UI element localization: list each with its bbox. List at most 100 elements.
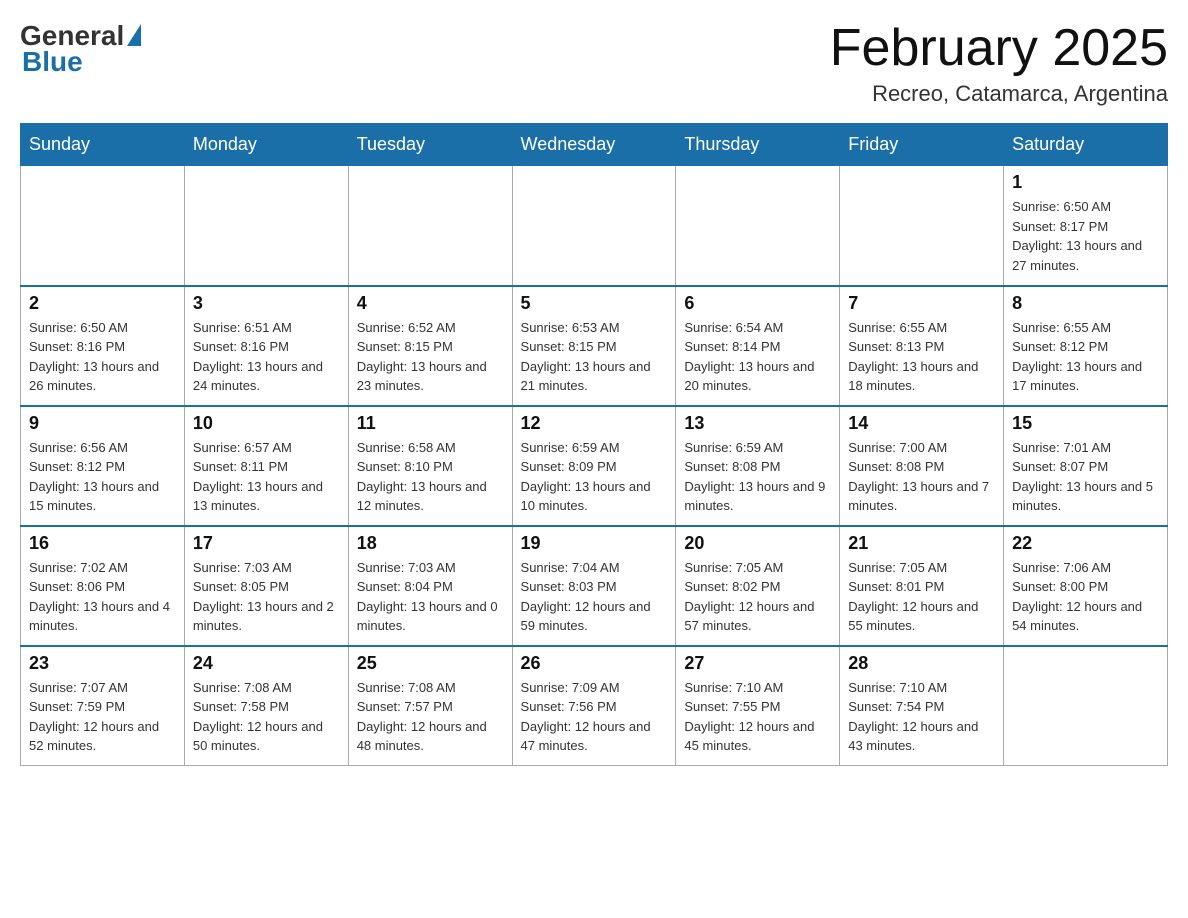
calendar-cell: 10Sunrise: 6:57 AMSunset: 8:11 PMDayligh…	[184, 406, 348, 526]
header-saturday: Saturday	[1004, 124, 1168, 166]
day-number: 22	[1012, 533, 1159, 554]
header-thursday: Thursday	[676, 124, 840, 166]
header-tuesday: Tuesday	[348, 124, 512, 166]
location-title: Recreo, Catamarca, Argentina	[830, 81, 1168, 107]
day-number: 21	[848, 533, 995, 554]
day-info: Sunrise: 6:52 AMSunset: 8:15 PMDaylight:…	[357, 318, 504, 396]
header-friday: Friday	[840, 124, 1004, 166]
day-number: 26	[521, 653, 668, 674]
day-number: 4	[357, 293, 504, 314]
day-info: Sunrise: 7:09 AMSunset: 7:56 PMDaylight:…	[521, 678, 668, 756]
day-info: Sunrise: 7:08 AMSunset: 7:58 PMDaylight:…	[193, 678, 340, 756]
day-info: Sunrise: 6:59 AMSunset: 8:09 PMDaylight:…	[521, 438, 668, 516]
day-info: Sunrise: 6:50 AMSunset: 8:16 PMDaylight:…	[29, 318, 176, 396]
calendar-cell: 9Sunrise: 6:56 AMSunset: 8:12 PMDaylight…	[21, 406, 185, 526]
calendar-cell: 14 Sunrise: 7:00 AMSunset: 8:08 PMDayligh…	[840, 406, 1004, 526]
day-number: 25	[357, 653, 504, 674]
day-info: Sunrise: 7:03 AMSunset: 8:05 PMDaylight:…	[193, 558, 340, 636]
day-info: Sunrise: 7:10 AMSunset: 7:55 PMDaylight:…	[684, 678, 831, 756]
month-title: February 2025	[830, 20, 1168, 77]
day-number: 11	[357, 413, 504, 434]
day-info: Sunrise: 7:00 AMSunset: 8:08 PMDaylight:…	[848, 438, 995, 516]
calendar-cell: 12Sunrise: 6:59 AMSunset: 8:09 PMDayligh…	[512, 406, 676, 526]
calendar-cell: 16 Sunrise: 7:02 AMSunset: 8:06 PMDayligh…	[21, 526, 185, 646]
calendar-cell	[184, 166, 348, 286]
day-number: 5	[521, 293, 668, 314]
day-number: 17	[193, 533, 340, 554]
calendar-cell: 6 Sunrise: 6:54 AMSunset: 8:14 PMDaylight…	[676, 286, 840, 406]
day-info: Sunrise: 7:07 AMSunset: 7:59 PMDaylight:…	[29, 678, 176, 756]
calendar-cell: 25 Sunrise: 7:08 AMSunset: 7:57 PMDayligh…	[348, 646, 512, 766]
day-info: Sunrise: 7:08 AMSunset: 7:57 PMDaylight:…	[357, 678, 504, 756]
calendar-cell: 17 Sunrise: 7:03 AMSunset: 8:05 PMDayligh…	[184, 526, 348, 646]
page-header: General Blue February 2025 Recreo, Catam…	[20, 20, 1168, 107]
calendar-week-4: 16 Sunrise: 7:02 AMSunset: 8:06 PMDayligh…	[21, 526, 1168, 646]
title-section: February 2025 Recreo, Catamarca, Argenti…	[830, 20, 1168, 107]
day-info: Sunrise: 6:55 AMSunset: 8:12 PMDaylight:…	[1012, 318, 1159, 396]
calendar-cell: 28 Sunrise: 7:10 AMSunset: 7:54 PMDayligh…	[840, 646, 1004, 766]
day-number: 13	[684, 413, 831, 434]
day-number: 18	[357, 533, 504, 554]
day-number: 27	[684, 653, 831, 674]
calendar-cell	[840, 166, 1004, 286]
calendar-cell: 15 Sunrise: 7:01 AMSunset: 8:07 PMDayligh…	[1004, 406, 1168, 526]
calendar-week-5: 23 Sunrise: 7:07 AMSunset: 7:59 PMDayligh…	[21, 646, 1168, 766]
day-info: Sunrise: 7:02 AMSunset: 8:06 PMDaylight:…	[29, 558, 176, 636]
calendar-cell: 24Sunrise: 7:08 AMSunset: 7:58 PMDayligh…	[184, 646, 348, 766]
header-monday: Monday	[184, 124, 348, 166]
day-number: 14	[848, 413, 995, 434]
calendar-cell: 4 Sunrise: 6:52 AMSunset: 8:15 PMDaylight…	[348, 286, 512, 406]
day-number: 19	[521, 533, 668, 554]
day-info: Sunrise: 6:55 AMSunset: 8:13 PMDaylight:…	[848, 318, 995, 396]
calendar-cell: 23 Sunrise: 7:07 AMSunset: 7:59 PMDayligh…	[21, 646, 185, 766]
day-number: 9	[29, 413, 176, 434]
calendar-cell: 5Sunrise: 6:53 AMSunset: 8:15 PMDaylight…	[512, 286, 676, 406]
day-number: 20	[684, 533, 831, 554]
day-number: 23	[29, 653, 176, 674]
calendar-cell: 8 Sunrise: 6:55 AMSunset: 8:12 PMDaylight…	[1004, 286, 1168, 406]
calendar-cell	[1004, 646, 1168, 766]
day-info: Sunrise: 7:03 AMSunset: 8:04 PMDaylight:…	[357, 558, 504, 636]
calendar-week-1: 1 Sunrise: 6:50 AMSunset: 8:17 PMDaylight…	[21, 166, 1168, 286]
day-number: 28	[848, 653, 995, 674]
day-number: 16	[29, 533, 176, 554]
day-info: Sunrise: 6:58 AMSunset: 8:10 PMDaylight:…	[357, 438, 504, 516]
logo-triangle-icon	[127, 24, 141, 46]
day-number: 1	[1012, 172, 1159, 193]
calendar-cell	[676, 166, 840, 286]
calendar-cell: 21 Sunrise: 7:05 AMSunset: 8:01 PMDayligh…	[840, 526, 1004, 646]
day-number: 2	[29, 293, 176, 314]
day-info: Sunrise: 7:01 AMSunset: 8:07 PMDaylight:…	[1012, 438, 1159, 516]
calendar-table: Sunday Monday Tuesday Wednesday Thursday…	[20, 123, 1168, 766]
calendar-week-3: 9Sunrise: 6:56 AMSunset: 8:12 PMDaylight…	[21, 406, 1168, 526]
day-number: 7	[848, 293, 995, 314]
day-number: 3	[193, 293, 340, 314]
day-info: Sunrise: 6:50 AMSunset: 8:17 PMDaylight:…	[1012, 197, 1159, 275]
day-info: Sunrise: 6:51 AMSunset: 8:16 PMDaylight:…	[193, 318, 340, 396]
calendar-cell: 22 Sunrise: 7:06 AMSunset: 8:00 PMDayligh…	[1004, 526, 1168, 646]
day-number: 8	[1012, 293, 1159, 314]
calendar-cell: 1 Sunrise: 6:50 AMSunset: 8:17 PMDaylight…	[1004, 166, 1168, 286]
calendar-cell: 11 Sunrise: 6:58 AMSunset: 8:10 PMDayligh…	[348, 406, 512, 526]
calendar-cell: 20 Sunrise: 7:05 AMSunset: 8:02 PMDayligh…	[676, 526, 840, 646]
day-number: 6	[684, 293, 831, 314]
calendar-cell: 26 Sunrise: 7:09 AMSunset: 7:56 PMDayligh…	[512, 646, 676, 766]
logo: General Blue	[20, 20, 141, 78]
calendar-week-2: 2 Sunrise: 6:50 AMSunset: 8:16 PMDaylight…	[21, 286, 1168, 406]
day-info: Sunrise: 7:05 AMSunset: 8:02 PMDaylight:…	[684, 558, 831, 636]
calendar-cell: 27 Sunrise: 7:10 AMSunset: 7:55 PMDayligh…	[676, 646, 840, 766]
day-info: Sunrise: 7:10 AMSunset: 7:54 PMDaylight:…	[848, 678, 995, 756]
day-number: 15	[1012, 413, 1159, 434]
day-info: Sunrise: 6:57 AMSunset: 8:11 PMDaylight:…	[193, 438, 340, 516]
calendar-cell: 3 Sunrise: 6:51 AMSunset: 8:16 PMDaylight…	[184, 286, 348, 406]
calendar-cell	[21, 166, 185, 286]
day-info: Sunrise: 7:05 AMSunset: 8:01 PMDaylight:…	[848, 558, 995, 636]
calendar-cell: 18 Sunrise: 7:03 AMSunset: 8:04 PMDayligh…	[348, 526, 512, 646]
day-info: Sunrise: 6:59 AMSunset: 8:08 PMDaylight:…	[684, 438, 831, 516]
day-info: Sunrise: 6:54 AMSunset: 8:14 PMDaylight:…	[684, 318, 831, 396]
calendar-cell: 2 Sunrise: 6:50 AMSunset: 8:16 PMDaylight…	[21, 286, 185, 406]
day-info: Sunrise: 7:06 AMSunset: 8:00 PMDaylight:…	[1012, 558, 1159, 636]
calendar-cell	[348, 166, 512, 286]
day-info: Sunrise: 7:04 AMSunset: 8:03 PMDaylight:…	[521, 558, 668, 636]
calendar-cell: 19 Sunrise: 7:04 AMSunset: 8:03 PMDayligh…	[512, 526, 676, 646]
